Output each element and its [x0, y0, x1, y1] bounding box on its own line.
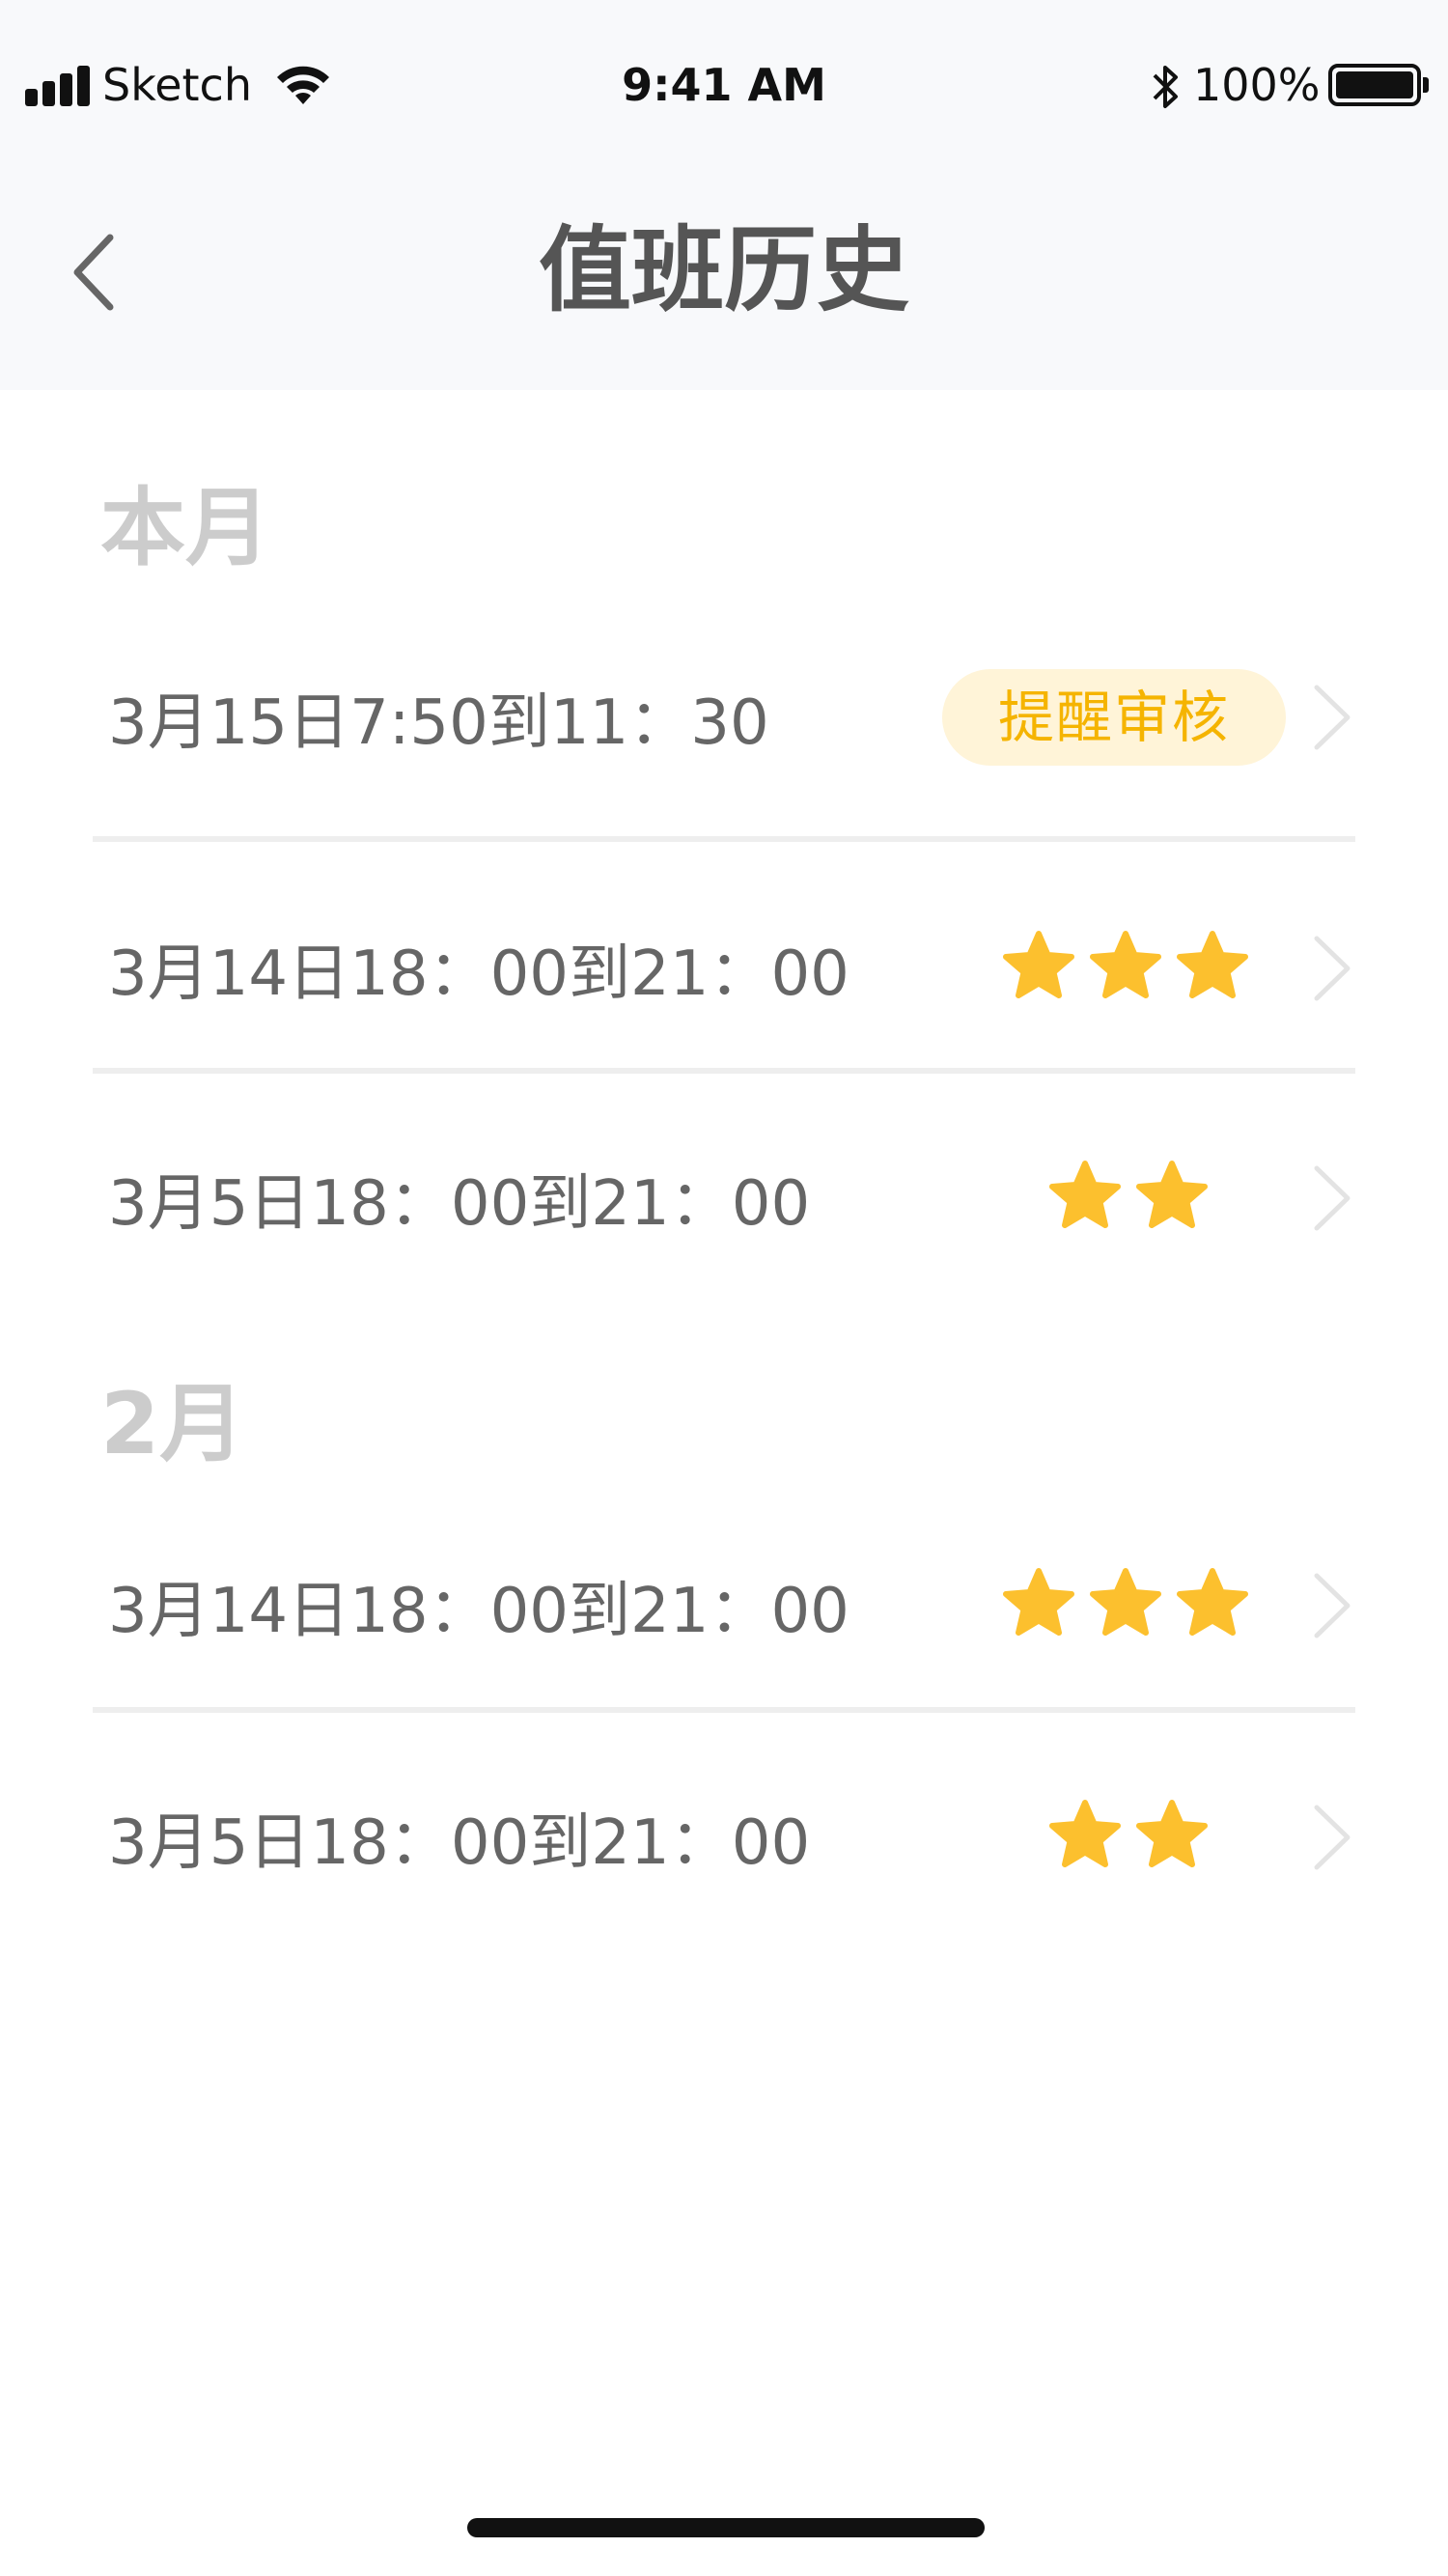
row-divider — [93, 1068, 1355, 1074]
remind-review-badge[interactable]: 提醒审核 — [942, 669, 1286, 766]
star-icon — [1003, 1568, 1074, 1636]
duty-time-range: 3月15日7:50到11：30 — [108, 687, 769, 759]
star-icon — [1090, 1568, 1161, 1636]
star-icon — [1136, 1800, 1208, 1867]
rating-stars — [1002, 1567, 1249, 1644]
rating-stars — [1048, 1799, 1209, 1876]
chevron-right-icon — [1314, 936, 1351, 1001]
page-title: 值班历史 — [539, 216, 909, 324]
star-icon — [1136, 1161, 1208, 1228]
header: Sketch 9:41 AM 100% 值班历史 — [0, 0, 1448, 390]
star-icon — [1003, 931, 1074, 998]
battery-cap — [1423, 77, 1429, 93]
duty-row[interactable]: 3月5日18：00到21：00 — [93, 1722, 1355, 1952]
status-bar: Sketch 9:41 AM 100% — [0, 0, 1448, 174]
battery-percentage: 100% — [1193, 59, 1321, 111]
duty-row[interactable]: 3月14日18：00到21：00 — [93, 1491, 1355, 1721]
duty-time-range: 3月14日18：00到21：00 — [108, 938, 849, 1010]
bluetooth-icon — [1153, 66, 1178, 108]
row-divider — [93, 1707, 1355, 1713]
duty-time-range: 3月5日18：00到21：00 — [108, 1807, 811, 1879]
star-icon — [1049, 1800, 1121, 1867]
row-divider — [93, 836, 1355, 842]
duty-time-range: 3月5日18：00到21：00 — [108, 1168, 811, 1240]
duty-history-screen: Sketch 9:41 AM 100% 值班历史 本月 3月15日7:50到11… — [0, 0, 1448, 2576]
section-title-february: 2月 — [100, 1374, 245, 1473]
star-icon — [1177, 931, 1248, 998]
duty-row[interactable]: 3月15日7:50到11：30 提醒审核 — [93, 602, 1355, 832]
chevron-right-icon — [1314, 1165, 1351, 1231]
star-icon — [1090, 931, 1161, 998]
home-indicator — [467, 2518, 985, 2537]
duty-row[interactable]: 3月5日18：00到21：00 — [93, 1083, 1355, 1313]
rating-stars — [1002, 930, 1249, 1007]
rating-stars — [1048, 1160, 1209, 1237]
navigation-bar: 值班历史 — [0, 174, 1448, 390]
battery-icon — [1328, 64, 1421, 106]
duty-time-range: 3月14日18：00到21：00 — [108, 1576, 849, 1647]
chevron-right-icon — [1314, 685, 1351, 750]
duty-row[interactable]: 3月14日18：00到21：00 — [93, 854, 1355, 1083]
star-icon — [1177, 1568, 1248, 1636]
chevron-right-icon — [1314, 1573, 1351, 1638]
section-title-this-month: 本月 — [100, 478, 271, 577]
chevron-right-icon — [1314, 1805, 1351, 1870]
star-icon — [1049, 1161, 1121, 1228]
